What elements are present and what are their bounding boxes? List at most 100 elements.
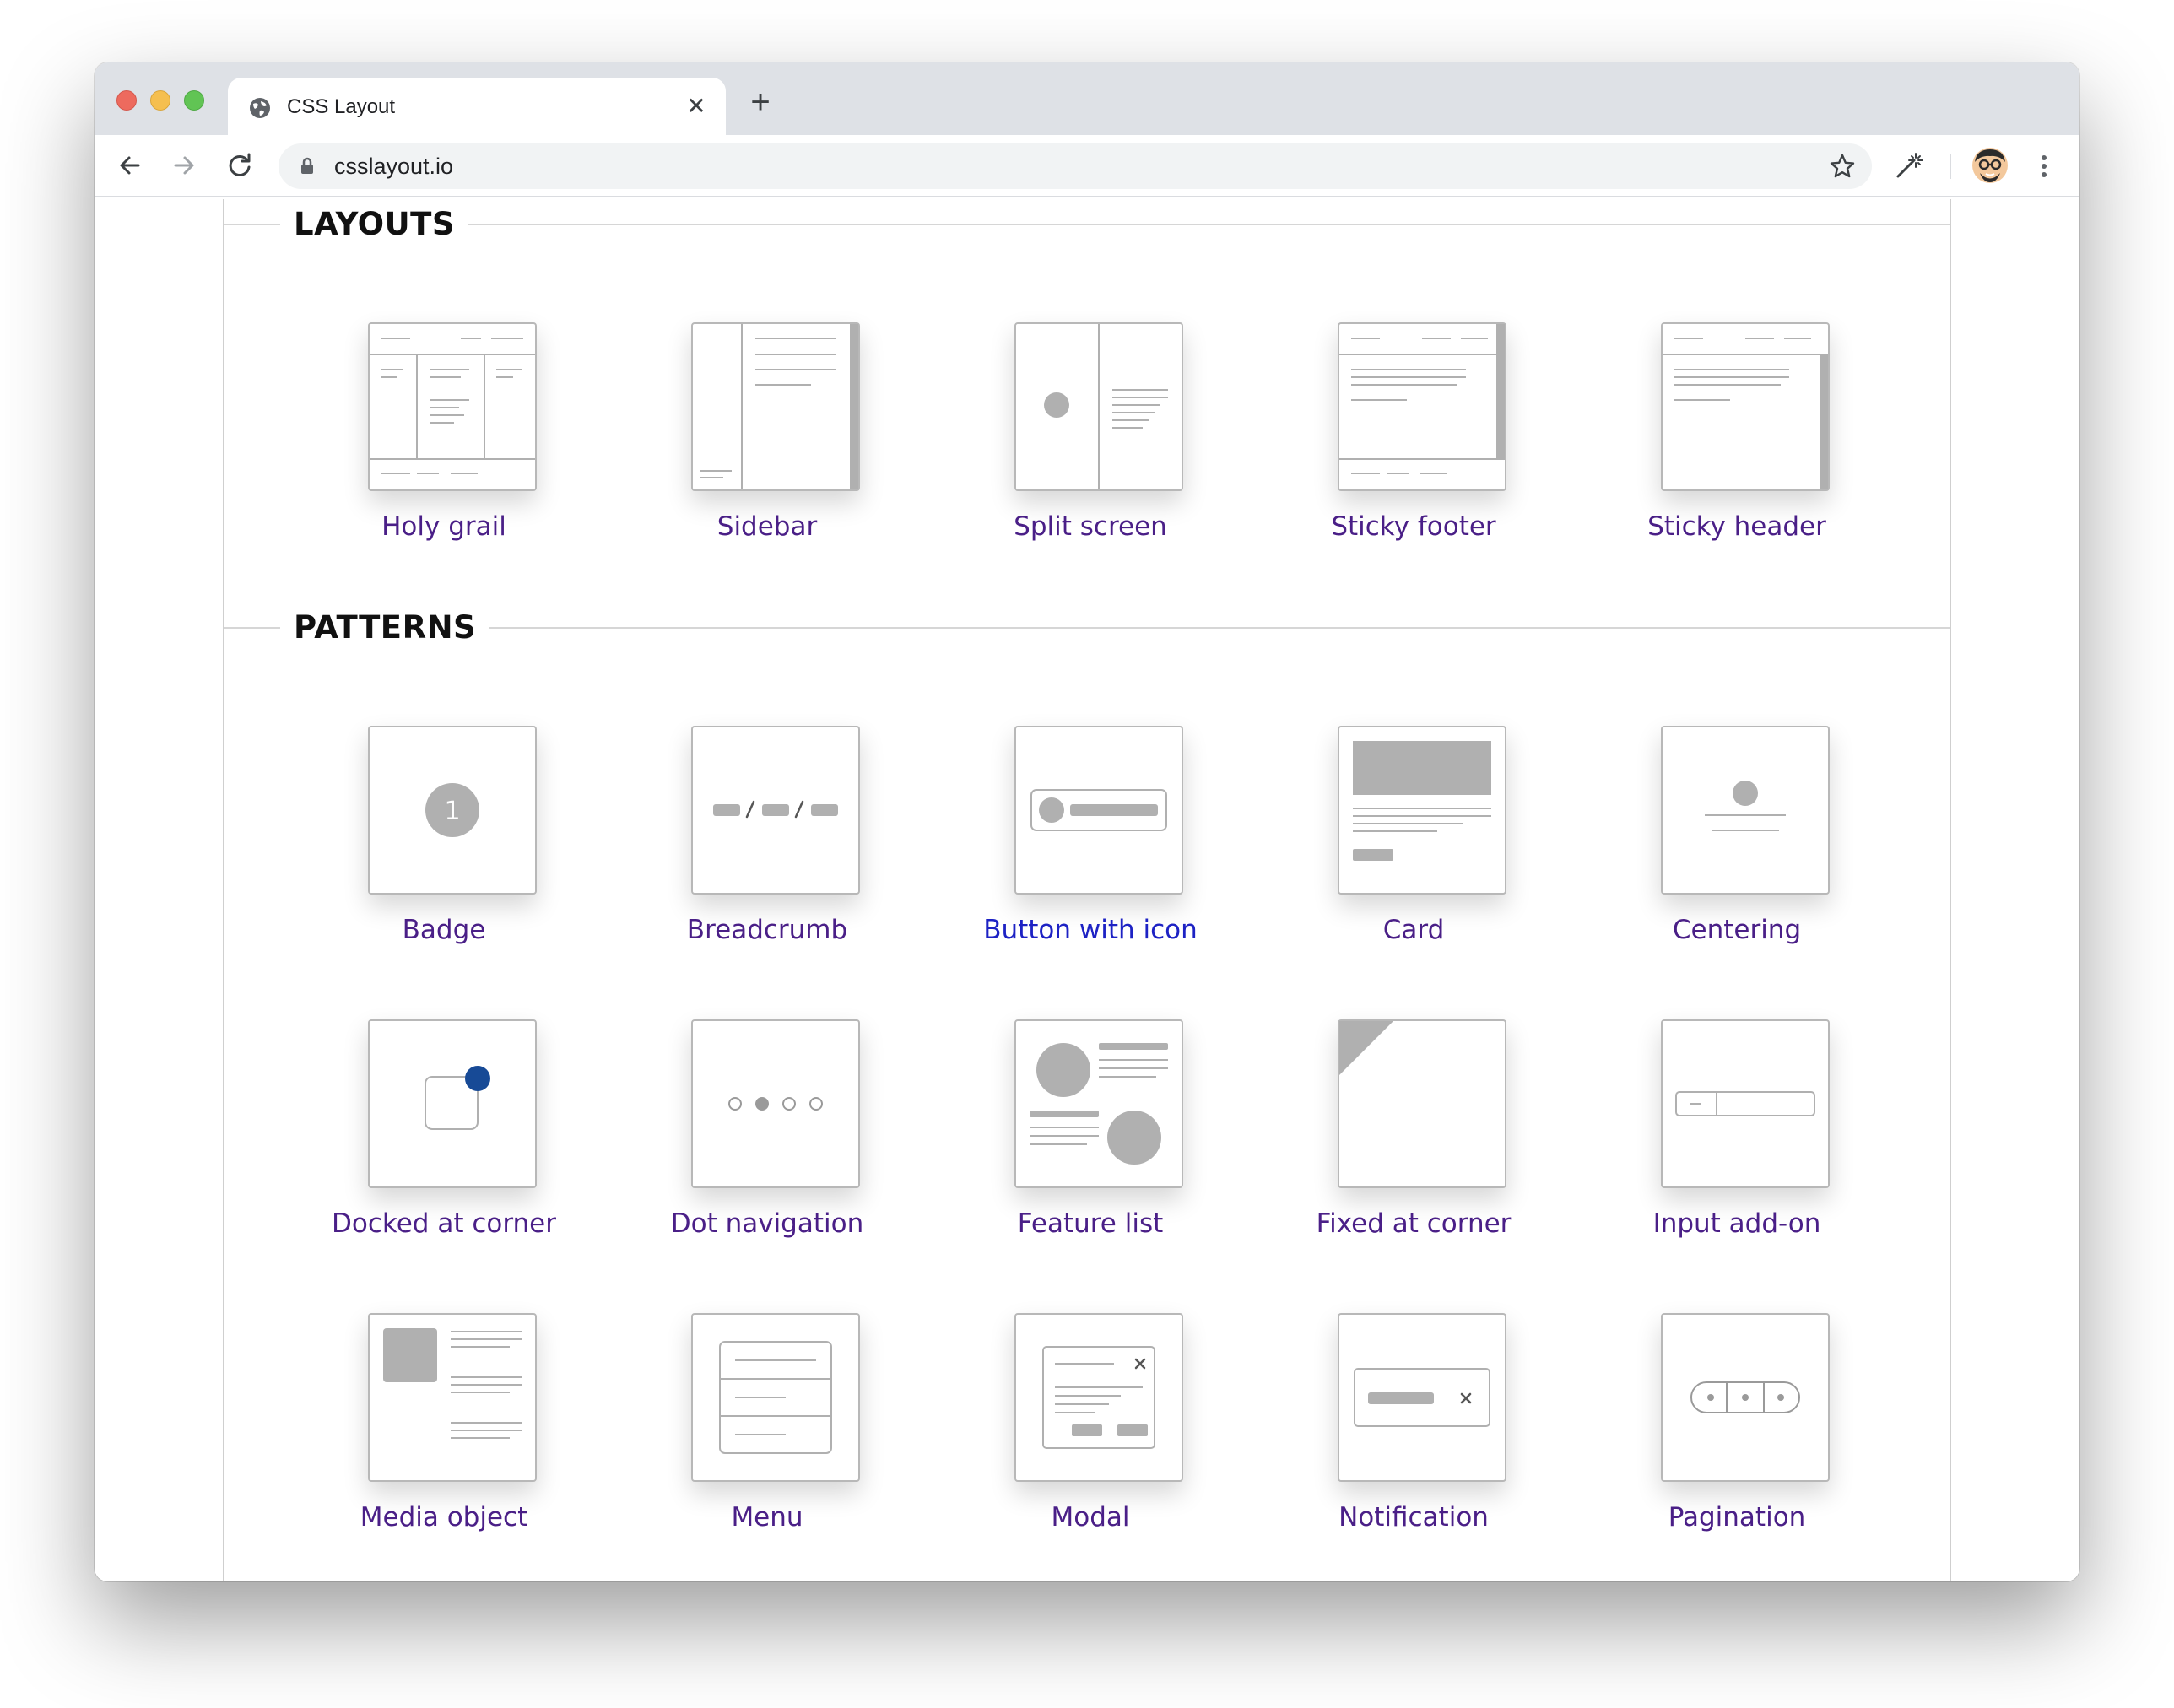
- docked-at-corner-thumbnail: [368, 1019, 537, 1188]
- avatar[interactable]: [1971, 147, 2009, 184]
- forward-arrow-icon[interactable]: [167, 149, 201, 182]
- sticky-footer-illustration: [1339, 324, 1505, 474]
- tile-holy-grail[interactable]: Holy grail: [305, 322, 583, 576]
- new-tab-button[interactable]: +: [744, 85, 776, 119]
- tile-label[interactable]: Badge: [305, 913, 583, 947]
- tile-feature-list[interactable]: Feature list: [951, 1019, 1230, 1273]
- notification-thumbnail: [1338, 1313, 1506, 1482]
- star-icon[interactable]: [1828, 152, 1857, 181]
- tile-split-screen[interactable]: Split screen: [951, 322, 1230, 576]
- tile-breadcrumb[interactable]: Breadcrumb: [628, 726, 906, 979]
- browser-tab[interactable]: CSS Layout ✕: [228, 78, 726, 135]
- tab-title: CSS Layout: [287, 95, 396, 118]
- input-add-on-illustration: [1675, 1091, 1815, 1116]
- tile-pagination[interactable]: Pagination: [1598, 1313, 1876, 1566]
- docked-at-corner-illustration: [425, 1066, 490, 1130]
- tile-badge[interactable]: 1 Badge: [305, 726, 583, 979]
- tile-label[interactable]: Card: [1274, 913, 1553, 947]
- card-thumbnail: [1338, 726, 1506, 895]
- badge-thumbnail: 1: [368, 726, 537, 895]
- address-bar[interactable]: csslayout.io: [279, 143, 1872, 189]
- tile-label[interactable]: Media object: [305, 1500, 583, 1534]
- section-heading-layouts: LAYOUTS: [224, 199, 1950, 250]
- tile-label[interactable]: Sticky footer: [1274, 510, 1553, 543]
- tile-label[interactable]: Split screen: [951, 510, 1230, 543]
- magic-wand-icon[interactable]: [1892, 150, 1924, 182]
- more-vert-icon[interactable]: [2029, 150, 2059, 182]
- menu-illustration: [719, 1341, 832, 1454]
- tile-label[interactable]: Docked at corner: [305, 1207, 583, 1240]
- tile-label[interactable]: Fixed at corner: [1274, 1207, 1553, 1240]
- content-container: LAYOUTS Holy grail Sidebar Split screen …: [223, 199, 1951, 1581]
- holy-grail-thumbnail: [368, 322, 537, 491]
- sidebar-thumbnail: [691, 322, 860, 491]
- reload-icon[interactable]: [223, 149, 257, 182]
- button-with-icon-illustration: [1030, 789, 1167, 831]
- tile-label[interactable]: Sidebar: [628, 510, 906, 543]
- fixed-at-corner-thumbnail: [1338, 1019, 1506, 1188]
- notification-illustration: [1354, 1368, 1490, 1427]
- feature-list-thumbnail: [1014, 1019, 1183, 1188]
- tile-label[interactable]: Input add-on: [1598, 1207, 1876, 1240]
- centering-thumbnail: [1661, 726, 1830, 895]
- tile-label[interactable]: Breadcrumb: [628, 913, 906, 947]
- back-arrow-icon[interactable]: [113, 149, 147, 182]
- modal-thumbnail: [1014, 1313, 1183, 1482]
- tab-strip: CSS Layout ✕ +: [95, 62, 2079, 135]
- tile-modal[interactable]: Modal: [951, 1313, 1230, 1566]
- browser-window: CSS Layout ✕ + csslayout.io LAYOUTS Holy…: [95, 62, 2079, 1581]
- fixed-at-corner-illustration: [1339, 1021, 1393, 1075]
- tab-close-icon[interactable]: ✕: [682, 92, 711, 121]
- tile-input-add-on[interactable]: Input add-on: [1598, 1019, 1876, 1273]
- tile-label[interactable]: Centering: [1598, 913, 1876, 947]
- page-content: LAYOUTS Holy grail Sidebar Split screen …: [95, 199, 2079, 1581]
- section-title: PATTERNS: [280, 608, 490, 648]
- tile-notification[interactable]: Notification: [1274, 1313, 1553, 1566]
- tile-label[interactable]: Pagination: [1598, 1500, 1876, 1534]
- tile-label[interactable]: Sticky header: [1598, 510, 1876, 543]
- tile-fixed-at-corner[interactable]: Fixed at corner: [1274, 1019, 1553, 1273]
- split-screen-thumbnail: [1014, 322, 1183, 491]
- tile-menu[interactable]: Menu: [628, 1313, 906, 1566]
- pagination-illustration: [1690, 1381, 1800, 1413]
- button-with-icon-thumbnail: [1014, 726, 1183, 895]
- tile-label[interactable]: Holy grail: [305, 510, 583, 543]
- holy-grail-illustration: [370, 338, 535, 474]
- dot-navigation-illustration: [728, 1097, 823, 1111]
- tile-button-with-icon[interactable]: Button with icon: [951, 726, 1230, 979]
- window-maximize-button[interactable]: [184, 90, 204, 111]
- tile-card[interactable]: Card: [1274, 726, 1553, 979]
- globe-icon: [250, 98, 270, 118]
- tile-label[interactable]: Menu: [628, 1500, 906, 1534]
- sidebar-illustration: [700, 324, 858, 489]
- tile-media-object[interactable]: Media object: [305, 1313, 583, 1566]
- section-title: LAYOUTS: [280, 204, 469, 245]
- tile-sticky-header[interactable]: Sticky header: [1598, 322, 1876, 576]
- url-text[interactable]: csslayout.io: [334, 154, 453, 179]
- window-minimize-button[interactable]: [150, 90, 170, 111]
- lock-icon[interactable]: [297, 156, 317, 176]
- tile-label[interactable]: Dot navigation: [628, 1207, 906, 1240]
- tile-dot-navigation[interactable]: Dot navigation: [628, 1019, 906, 1273]
- tile-label[interactable]: Modal: [951, 1500, 1230, 1534]
- breadcrumb-thumbnail: [691, 726, 860, 895]
- tile-sticky-footer[interactable]: Sticky footer: [1274, 322, 1553, 576]
- media-object-thumbnail: [368, 1313, 537, 1482]
- window-close-button[interactable]: [116, 90, 137, 111]
- sticky-footer-thumbnail: [1338, 322, 1506, 491]
- section-divider: [224, 224, 1950, 225]
- tile-label[interactable]: Notification: [1274, 1500, 1553, 1534]
- breadcrumb-illustration: [713, 800, 838, 819]
- menu-thumbnail: [691, 1313, 860, 1482]
- tile-label[interactable]: Button with icon: [951, 913, 1230, 947]
- badge-illustration: 1: [425, 783, 479, 837]
- tile-docked-at-corner[interactable]: Docked at corner: [305, 1019, 583, 1273]
- dot-navigation-thumbnail: [691, 1019, 860, 1188]
- tile-sidebar[interactable]: Sidebar: [628, 322, 906, 576]
- toolbar-separator: [1950, 154, 1951, 179]
- tile-centering[interactable]: Centering: [1598, 726, 1876, 979]
- pagination-thumbnail: [1661, 1313, 1830, 1482]
- sticky-header-illustration: [1663, 338, 1828, 489]
- tile-label[interactable]: Feature list: [951, 1207, 1230, 1240]
- feature-list-illustration: [1030, 1043, 1168, 1165]
